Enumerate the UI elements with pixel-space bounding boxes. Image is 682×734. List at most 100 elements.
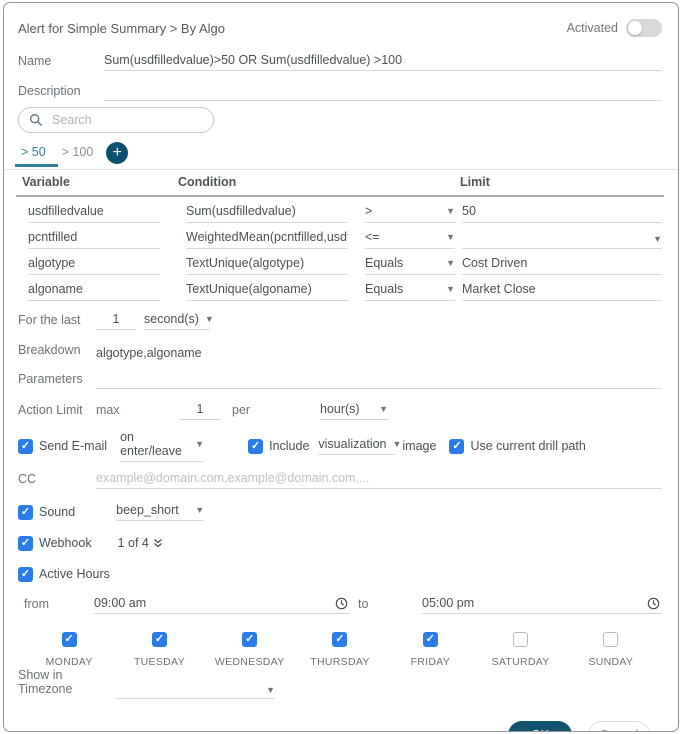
day-checkbox-friday[interactable] (422, 632, 438, 647)
tabs-divider (4, 169, 678, 170)
variable-input[interactable]: algoname (28, 282, 160, 301)
activated-label: Activated (566, 21, 618, 35)
variable-input[interactable]: algotype (28, 256, 160, 275)
day-checkbox-saturday[interactable] (513, 632, 529, 647)
include-label: Include (269, 439, 310, 453)
for-the-last-unit-select[interactable]: second(s) ▼ (144, 312, 214, 330)
day-label: FRIDAY (410, 656, 451, 668)
include-checkbox[interactable] (248, 438, 264, 454)
day-checkbox-thursday[interactable] (332, 632, 348, 647)
search-icon (29, 113, 43, 127)
limit-input[interactable]: 50▼ (462, 204, 662, 223)
col-header-condition: Condition (178, 175, 237, 189)
search-input[interactable] (50, 112, 215, 128)
chevron-down-icon: ▼ (195, 439, 205, 449)
parameters-input[interactable] (96, 371, 662, 389)
active-hours-checkbox[interactable] (18, 566, 33, 582)
from-time-input[interactable] (94, 596, 350, 614)
condition-input[interactable]: TextUnique(algoname) (186, 282, 348, 301)
tab-gt-50[interactable]: > 50 (15, 145, 58, 167)
from-label: from (24, 597, 49, 611)
variable-input[interactable]: pcntfilled (28, 230, 160, 249)
chevron-down-icon: ▼ (446, 206, 455, 216)
image-label: image (402, 439, 437, 453)
clock-icon[interactable] (647, 597, 660, 610)
condition-row: algoname TextUnique(algoname) Equals ▼ Ma… (18, 275, 662, 301)
sound-select[interactable]: beep_short ▼ (116, 503, 205, 521)
parameters-label: Parameters (18, 372, 83, 386)
add-tab-button[interactable]: + (106, 142, 129, 164)
ok-button[interactable]: OK (508, 721, 572, 731)
limit-input[interactable]: Cost Driven▼ (462, 256, 662, 275)
condition-input[interactable]: TextUnique(algotype) (186, 256, 348, 275)
webhook-checkbox[interactable] (18, 535, 33, 551)
day-label: MONDAY (45, 656, 93, 668)
double-chevron-down-icon[interactable] (153, 538, 163, 549)
day-label: TUESDAY (133, 656, 185, 668)
condition-input[interactable]: Sum(usdfilledvalue) (186, 204, 348, 223)
chevron-down-icon: ▼ (204, 314, 214, 324)
day-checkbox-monday[interactable] (61, 632, 77, 647)
clock-icon[interactable] (335, 597, 348, 610)
chevron-down-icon: ▼ (446, 284, 455, 294)
active-hours-label: Active Hours (39, 567, 110, 581)
breakdown-label: Breakdown (18, 343, 81, 357)
chevron-down-icon: ▼ (446, 232, 455, 242)
col-header-variable: Variable (22, 175, 70, 189)
email-mode-select[interactable]: on enter/leave ▼ (120, 430, 205, 462)
webhook-count: 1 of 4 (117, 536, 149, 550)
plus-icon: + (112, 144, 122, 161)
toggle-knob (628, 21, 642, 35)
action-limit-value-input[interactable] (180, 402, 220, 420)
chevron-down-icon: ▼ (379, 404, 388, 414)
cancel-button[interactable]: Cancel (588, 721, 650, 731)
action-limit-label: Action Limit (18, 403, 83, 417)
day-checkbox-wednesday[interactable] (242, 632, 258, 647)
day-label: SATURDAY (491, 656, 550, 668)
name-input[interactable] (104, 53, 662, 71)
tab-gt-100[interactable]: > 100 (59, 145, 97, 167)
day-label: WEDNESDAY (214, 656, 285, 668)
action-limit-max-label: max (96, 403, 120, 417)
activated-toggle[interactable] (626, 19, 662, 37)
condition-input[interactable]: WeightedMean(pcntfilled,usdto... (186, 230, 348, 249)
action-limit-per-label: per (232, 403, 251, 417)
breakdown-value[interactable]: algotype,algoname (96, 346, 202, 360)
alert-settings-dialog: Alert for Simple Summary > By Algo Activ… (3, 2, 679, 732)
include-type-select[interactable]: visualization ▼ (318, 437, 401, 455)
sound-label: Sound (39, 505, 76, 519)
webhook-label: Webhook (39, 536, 92, 550)
chevron-down-icon: ▼ (653, 234, 662, 244)
drill-path-label: Use current drill path (470, 439, 586, 453)
description-input[interactable] (104, 83, 662, 101)
page-title: Alert for Simple Summary > By Algo (18, 20, 225, 36)
for-the-last-label: For the last (18, 313, 81, 327)
chevron-down-icon: ▼ (266, 685, 275, 695)
search-box[interactable] (18, 107, 215, 133)
for-the-last-value-input[interactable] (96, 312, 136, 330)
to-label: to (358, 597, 369, 611)
send-email-label: Send E-mail (39, 439, 108, 453)
send-email-checkbox[interactable] (18, 438, 33, 454)
timezone-select[interactable]: ▼ (115, 685, 275, 699)
action-limit-unit-select[interactable]: hour(s) ▼ (320, 402, 388, 420)
condition-row: algotype TextUnique(algotype) Equals ▼ Co… (18, 249, 662, 275)
operator-select[interactable]: Equals ▼ (365, 256, 455, 275)
limit-input[interactable]: ▼ (462, 234, 662, 249)
chevron-down-icon: ▼ (446, 258, 455, 268)
operator-select[interactable]: > ▼ (365, 204, 455, 223)
limit-input[interactable]: Market Close▼ (462, 282, 662, 301)
operator-select[interactable]: <= ▼ (365, 230, 455, 249)
sound-checkbox[interactable] (18, 504, 33, 520)
drill-path-checkbox[interactable] (449, 438, 465, 454)
to-time-input[interactable] (422, 596, 662, 614)
day-label: THURSDAY (310, 656, 370, 668)
day-checkbox-sunday[interactable] (603, 632, 619, 647)
col-header-limit: Limit (460, 175, 490, 189)
timezone-label: Show in Timezone (18, 668, 73, 696)
cc-input[interactable] (96, 471, 662, 489)
operator-select[interactable]: Equals ▼ (365, 282, 455, 301)
day-label: SUNDAY (588, 656, 634, 668)
variable-input[interactable]: usdfilledvalue (28, 204, 160, 223)
day-checkbox-tuesday[interactable] (151, 632, 167, 647)
